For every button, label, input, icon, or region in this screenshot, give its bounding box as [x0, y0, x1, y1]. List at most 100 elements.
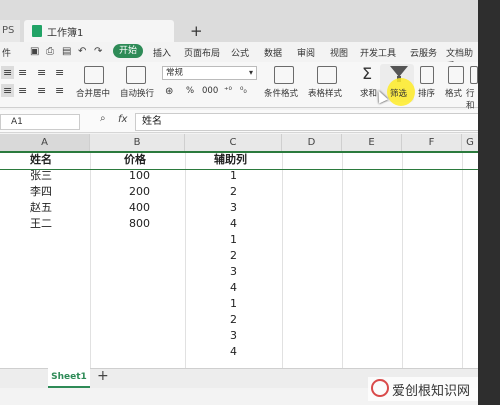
name-cell[interactable]: 赵五 — [30, 201, 52, 215]
header-helper[interactable]: 辅助列 — [214, 153, 247, 167]
menu-review[interactable]: 审阅 — [297, 46, 315, 59]
helper-cell[interactable]: 2 — [230, 185, 237, 199]
menu-insert[interactable]: 插入 — [153, 46, 171, 59]
column-header-e[interactable]: E — [342, 134, 402, 152]
menu-cloud[interactable]: 云服务 — [410, 46, 437, 59]
price-cell[interactable]: 200 — [129, 185, 150, 199]
redo-icon[interactable]: ↷ — [94, 46, 102, 57]
column-header-g[interactable]: G — [462, 134, 478, 152]
number-format-value: 常规 — [166, 68, 184, 78]
price-cell[interactable]: 800 — [129, 217, 150, 231]
helper-cell[interactable]: 1 — [230, 233, 237, 247]
menu-bar: 件 ▣ ⎙ ▤ ↶ ↷ 开始 插入 页面布局 公式 数据 审阅 视图 开发工具 … — [0, 42, 478, 72]
percent-button[interactable]: % — [186, 86, 194, 96]
helper-cell[interactable]: 4 — [230, 217, 237, 231]
menu-data[interactable]: 数据 — [264, 46, 282, 59]
helper-cell[interactable]: 2 — [230, 249, 237, 263]
column-header-a[interactable]: A — [0, 134, 90, 152]
column-header-c[interactable]: C — [185, 134, 282, 152]
align-bottom-icon[interactable]: ≡ — [37, 66, 46, 79]
helper-cell[interactable]: 3 — [230, 329, 237, 343]
conditional-format-icon[interactable] — [274, 66, 294, 84]
price-cell[interactable]: 400 — [129, 201, 150, 215]
increase-decimal-icon[interactable]: ⁺⁰ — [224, 86, 232, 96]
add-sheet-button[interactable]: + — [97, 368, 109, 384]
filter-button[interactable]: 筛选 — [390, 87, 407, 99]
format-label[interactable]: 格式 — [445, 87, 462, 99]
conditional-format-label[interactable]: 条件格式 — [264, 87, 298, 99]
gridline — [282, 151, 283, 368]
decrease-decimal-icon[interactable]: ⁰₀ — [240, 86, 247, 96]
name-box[interactable]: A1 — [0, 114, 80, 130]
new-tab-button[interactable]: + — [190, 22, 203, 40]
save-icon[interactable]: ▣ — [30, 46, 39, 57]
gridline — [342, 151, 343, 368]
preview-icon[interactable]: ▤ — [62, 46, 71, 57]
merge-center-icon[interactable] — [84, 66, 104, 84]
title-bar: PS 工作簿1 + — [0, 0, 478, 42]
menu-view[interactable]: 视图 — [330, 46, 348, 59]
column-header-b[interactable]: B — [90, 134, 185, 152]
gridline — [462, 151, 463, 368]
thousands-button[interactable]: 000 — [202, 86, 218, 96]
menu-formulas[interactable]: 公式 — [231, 46, 249, 59]
wrap-text-label[interactable]: 自动换行 — [120, 87, 154, 99]
price-cell[interactable]: 100 — [129, 169, 150, 183]
document-tab[interactable]: 工作簿1 — [24, 20, 174, 42]
spreadsheet-icon — [32, 25, 42, 37]
watermark: 爱创根知识网 — [368, 377, 480, 401]
gridline — [402, 151, 403, 368]
column-header-f[interactable]: F — [402, 134, 462, 152]
helper-cell[interactable]: 1 — [230, 297, 237, 311]
worksheet-grid[interactable]: A B C D E F G 姓名 价格 辅助列 张三 李四 赵五 王二 100 … — [0, 134, 478, 368]
table-style-label[interactable]: 表格样式 — [308, 87, 342, 99]
watermark-logo-icon — [371, 379, 389, 397]
number-format-select[interactable]: 常规 ▾ — [162, 66, 257, 80]
print-icon[interactable]: ⎙ — [46, 46, 54, 57]
align-center-icon[interactable]: ≡ — [18, 84, 27, 97]
gridline — [90, 151, 91, 368]
currency-icon[interactable]: ⊛ — [165, 86, 173, 97]
align-left-icon[interactable]: ≡ — [1, 84, 15, 97]
start-tab-button[interactable]: 开始 — [113, 44, 143, 58]
align-top-icon[interactable]: ≡ — [1, 66, 15, 79]
format-icon[interactable] — [448, 66, 464, 84]
menu-file[interactable]: 件 — [2, 46, 11, 59]
fx-button[interactable]: fx — [118, 114, 127, 125]
merge-center-label[interactable]: 合并居中 — [76, 87, 110, 99]
sum-icon[interactable]: Σ — [362, 64, 372, 83]
helper-cell[interactable]: 3 — [230, 201, 237, 215]
row-col-icon[interactable] — [470, 66, 478, 84]
undo-icon[interactable]: ↶ — [78, 46, 86, 57]
name-cell[interactable]: 李四 — [30, 185, 52, 199]
formula-input[interactable]: 姓名 — [135, 113, 486, 131]
menu-developer[interactable]: 开发工具 — [360, 46, 396, 59]
name-cell[interactable]: 王二 — [30, 217, 52, 231]
header-price[interactable]: 价格 — [124, 153, 146, 167]
helper-cell[interactable]: 2 — [230, 313, 237, 327]
document-tab-label: 工作簿1 — [47, 28, 84, 39]
zoom-icon[interactable]: ⌕ — [100, 113, 106, 124]
menu-page-layout[interactable]: 页面布局 — [184, 46, 220, 59]
sort-label[interactable]: 排序 — [418, 87, 435, 99]
align-justify-icon[interactable]: ≡ — [55, 84, 64, 97]
chevron-down-icon: ▾ — [248, 68, 253, 77]
sort-icon[interactable] — [420, 66, 434, 84]
align-right-icon[interactable]: ≡ — [37, 84, 46, 97]
helper-cell[interactable]: 4 — [230, 345, 237, 359]
header-name[interactable]: 姓名 — [30, 153, 52, 167]
wrap-text-icon[interactable] — [126, 66, 146, 84]
align-middle-icon[interactable]: ≡ — [18, 66, 27, 79]
helper-cell[interactable]: 4 — [230, 281, 237, 295]
helper-cell[interactable]: 3 — [230, 265, 237, 279]
app-window: PS 工作簿1 + 件 ▣ ⎙ ▤ ↶ ↷ 开始 插入 页面布局 公式 数据 审… — [0, 0, 486, 405]
wps-home-tab[interactable]: PS — [0, 20, 20, 42]
gridline — [185, 151, 186, 368]
sheet-tab-active[interactable]: Sheet1 — [48, 368, 90, 388]
helper-cell[interactable]: 1 — [230, 169, 237, 183]
align-left-top-icon[interactable]: ≡ — [55, 66, 64, 79]
screen-edge — [478, 0, 500, 405]
name-cell[interactable]: 张三 — [30, 169, 52, 183]
table-style-icon[interactable] — [317, 66, 337, 84]
column-header-d[interactable]: D — [282, 134, 342, 152]
